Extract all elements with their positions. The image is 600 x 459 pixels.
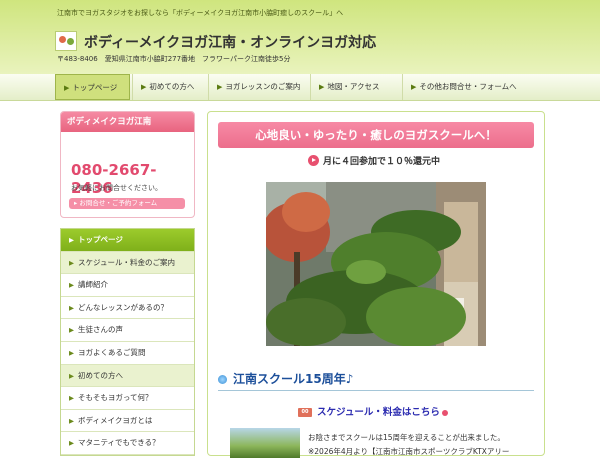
arrow-right-icon: ▶ (319, 83, 325, 91)
nav-item-lessons[interactable]: ▶ ヨガレッスンのご案内 (208, 74, 313, 100)
site-logo[interactable] (55, 31, 77, 51)
nav-item-access[interactable]: ▶ 地図・アクセス (310, 74, 400, 100)
sidebar-menu: ▶ トップページ ▶ スケジュール・料金のご案内 ▶ 講師紹介 ▶ どんなレッスンがある… (60, 228, 195, 456)
garden-photo-image (266, 182, 486, 346)
sidebar-item-maternity[interactable]: ▶ マタニティでもできる？ (61, 432, 194, 455)
dot-icon (441, 409, 448, 416)
arrow-right-icon: ▶ (69, 258, 74, 267)
nav-item-first-time[interactable]: ▶ 初めての方へ (132, 74, 204, 100)
arrow-right-icon: ▶ (69, 303, 74, 312)
sidebar-item-what-is-yoga[interactable]: ▶ そもそもヨガって何？ (61, 387, 194, 410)
schedule-link[interactable]: 00 スケジュール・料金はこちら (298, 404, 448, 418)
sidebar-item-schedule[interactable]: ▶ スケジュール・料金のご案内 (61, 251, 194, 275)
main-banner: 心地良い・ゆったり・癒しのヨガスクールへ！ (218, 122, 534, 148)
site-address: 〒483-8406 愛知県江南市小脇町277番地 フラワーパーク江南徒歩5分 (57, 55, 291, 63)
intro-text: お陰さまでスクールは15周年を迎えることが出来ました。 ※2026年4月より【江… (308, 431, 509, 459)
site-header: 江南市でヨガスタジオをお探しなら「ボディーメイクヨガ江南市小脇町癒しのスクール」… (0, 0, 600, 74)
sidebar-item-bodymake[interactable]: ▶ ボディメイクヨガとは (61, 409, 194, 433)
promo-link[interactable]: 月に４回参加で１０％還元中 (308, 154, 440, 167)
arrow-right-icon: ▶ (69, 348, 74, 357)
bullet-icon (218, 375, 227, 384)
contact-box: ボディメイクヨガ江南 080-2667-2436 お気軽にお問合せください。 ▸… (60, 111, 195, 218)
nav-item-contact[interactable]: ▶ その他お問合せ・フォームへ (402, 74, 542, 100)
contact-note: お気軽にお問合せください。 (71, 184, 162, 192)
site-title[interactable]: ボディーメイクヨガ江南・オンラインヨガ対応 (84, 32, 376, 52)
sidebar-item-instructor[interactable]: ▶ 講師紹介 (61, 274, 194, 297)
main-content: 心地良い・ゆったり・癒しのヨガスクールへ！ 月に４回参加で１０％還元中 江南スク… (207, 111, 545, 459)
contact-title: ボディメイクヨガ江南 (61, 112, 194, 132)
global-nav: ▶ トップページ ▶ 初めての方へ ▶ ヨガレッスンのご案内 ▶ 地図・アクセス ▶ その… (0, 74, 600, 101)
schedule-badge-icon: 00 (298, 408, 312, 417)
arrow-right-icon: ▶ (141, 83, 147, 91)
sidebar-item-faq[interactable]: ▶ ヨガよくあるご質問 (61, 341, 194, 365)
sidebar-item-first-time[interactable]: ▶ 初めての方へ (61, 364, 194, 388)
arrow-right-icon: ▶ (69, 439, 74, 448)
arrow-right-icon: ▶ (64, 84, 70, 92)
intro-line: ※2026年4月より【江南市江南市スポーツクラブKTXアリー (308, 447, 510, 456)
arrow-right-icon: ▶ (411, 83, 417, 91)
arrow-right-icon: ▶ (69, 416, 74, 425)
section-title: 江南スクール15周年♪ (218, 370, 534, 391)
site-tagline: 江南市でヨガスタジオをお探しなら「ボディーメイクヨガ江南市小脇町癒しのスクール」… (57, 9, 344, 17)
arrow-right-icon: ▶ (69, 236, 74, 244)
nav-item-top[interactable]: ▶ トップページ (55, 74, 130, 100)
contact-form-button[interactable]: ▸ お問合せ・ご予約フォーム (69, 198, 185, 209)
arrow-right-icon: ▶ (69, 281, 74, 290)
sidebar-item-top[interactable]: ▶ トップページ (61, 229, 194, 252)
sidebar-item-voices[interactable]: ▶ 生徒さんの声 (61, 319, 194, 342)
garden-photo (266, 182, 486, 346)
instructor-photo (230, 428, 300, 458)
sidebar-item-lessons[interactable]: ▶ どんなレッスンがあるの？ (61, 296, 194, 320)
arrow-right-icon: ▶ (69, 394, 74, 403)
arrow-right-icon: ▶ (69, 326, 74, 335)
play-icon (308, 155, 319, 166)
arrow-right-icon: ▶ (69, 371, 74, 380)
arrow-right-icon: ▶ (217, 83, 223, 91)
intro-line: お陰さまでスクールは15周年を迎えることが出来ました。 (308, 433, 505, 442)
